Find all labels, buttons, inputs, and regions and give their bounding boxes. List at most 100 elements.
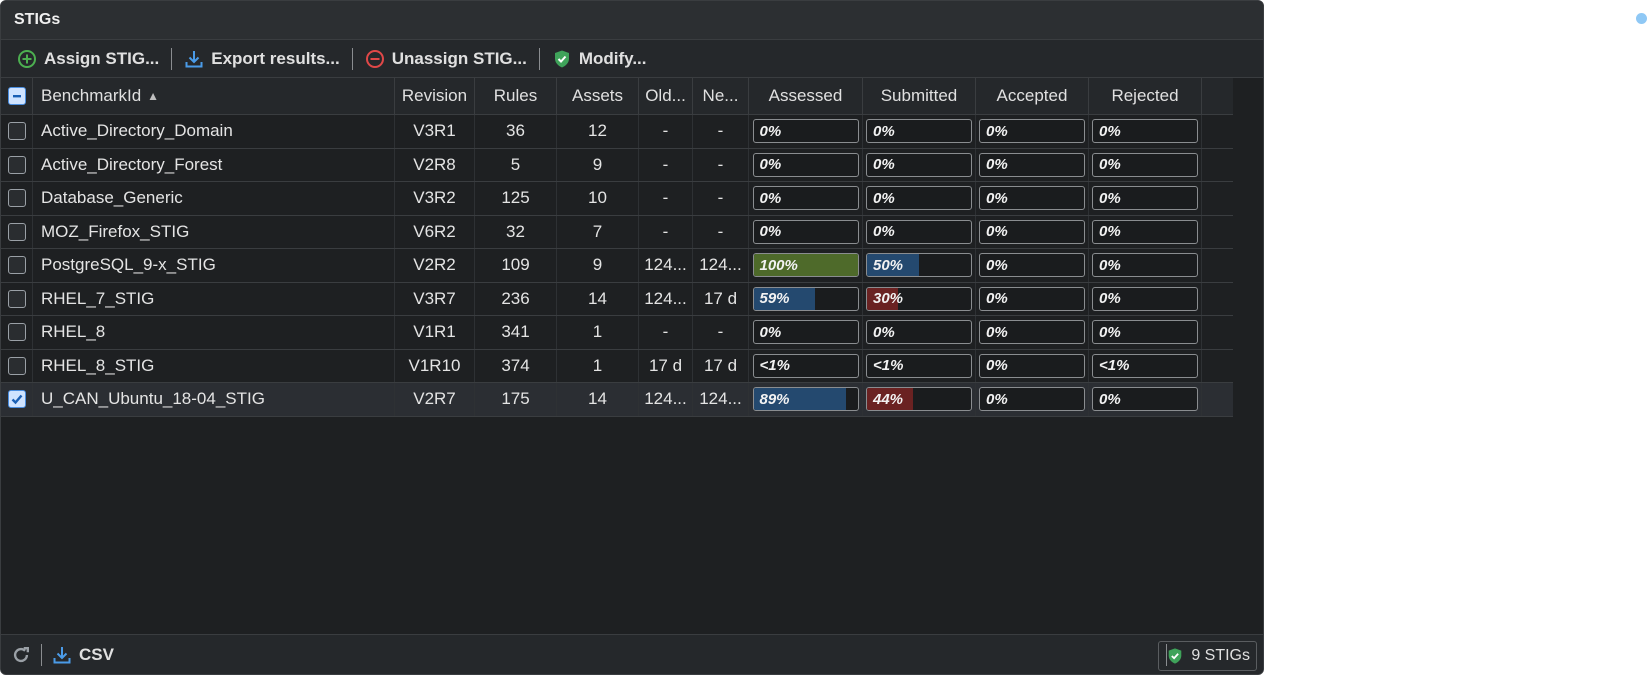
cell-accepted: 0% [976, 249, 1089, 282]
row-checkbox[interactable] [7, 155, 26, 174]
refresh-icon[interactable] [11, 645, 31, 665]
cell-rejected: 0% [1089, 282, 1202, 315]
row-checkbox-cell[interactable] [1, 148, 33, 181]
cell-rejected: 0% [1089, 115, 1202, 148]
assessed-progress-bar: 0% [752, 320, 859, 345]
download-icon [52, 645, 72, 665]
cell-assets: 9 [557, 249, 639, 282]
column-header-rejected[interactable]: Rejected [1089, 78, 1202, 114]
select-all-checkbox[interactable] [7, 87, 26, 105]
rejected-progress-text: 0% [1099, 290, 1121, 308]
cell-revision: V1R1 [395, 316, 475, 349]
submitted-progress-bar: 30% [866, 286, 972, 311]
row-checkbox[interactable] [7, 323, 26, 342]
table-row[interactable]: Active_Directory_Forest V2R8 5 9- -0% 0% 0% 0% [1, 148, 1233, 182]
column-header-newest[interactable]: Ne... [693, 78, 749, 114]
row-checkbox-cell[interactable] [1, 249, 33, 282]
assessed-progress-bar: 0% [752, 152, 859, 177]
toolbar-separator [351, 47, 353, 70]
cell-benchmarkid: U_CAN_Ubuntu_18-04_STIG [33, 383, 395, 416]
stig-count-text: 9 STIGs [1191, 647, 1250, 664]
row-checkbox[interactable] [7, 390, 26, 409]
row-checkbox[interactable] [7, 189, 26, 208]
cell-newest: - [693, 182, 749, 215]
table-row[interactable]: Database_Generic V3R2 125 10- -0% 0% 0% 0% [1, 182, 1233, 216]
row-checkbox[interactable] [7, 256, 26, 275]
row-checkbox-cell[interactable] [1, 215, 33, 248]
table-row[interactable]: RHEL_8 V1R1 341 1- -0% 0% 0% 0% [1, 316, 1233, 350]
cell-rejected: 0% [1089, 148, 1202, 181]
cell-rejected: 0% [1089, 249, 1202, 282]
cell-assets: 14 [557, 383, 639, 416]
table-row[interactable]: PostgreSQL_9-x_STIG V2R2 109 9 124... 124... 1… [1, 249, 1233, 283]
table-row[interactable]: Active_Directory_Domain V3R1 36 12- -0% 0% 0% 0… [1, 115, 1233, 149]
accepted-progress-text: 0% [986, 290, 1008, 308]
cell-assets: 1 [557, 316, 639, 349]
assessed-progress-text: 0% [759, 323, 782, 341]
row-checkbox-cell[interactable] [1, 316, 33, 349]
cell-assessed: 0% [749, 215, 863, 248]
column-header-oldest[interactable]: Old... [639, 78, 693, 114]
column-header-submitted[interactable]: Submitted [863, 78, 976, 114]
column-header-assessed[interactable]: Assessed [749, 78, 863, 114]
submitted-progress-bar: 0% [866, 320, 972, 345]
rejected-progress-text: 0% [1099, 390, 1121, 408]
cell-newest: - [693, 215, 749, 248]
accepted-progress-bar: 0% [979, 353, 1085, 378]
rejected-progress-text: 0% [1099, 156, 1121, 174]
row-checkbox-cell[interactable] [1, 349, 33, 382]
column-header-assets[interactable]: Assets [557, 78, 639, 114]
cell-rejected: 0% [1089, 316, 1202, 349]
rejected-progress-bar: 0% [1092, 286, 1198, 311]
cell-oldest: 17 d [639, 349, 693, 382]
column-header-label: Ne... [702, 86, 739, 105]
submitted-progress-text: <1% [873, 357, 904, 375]
submitted-progress-text: 30% [873, 290, 904, 308]
table-row[interactable]: MOZ_Firefox_STIG V6R2 32 7- -0% 0% 0% 0% [1, 215, 1233, 249]
cell-submitted: 30% [863, 282, 976, 315]
column-header-rules[interactable]: Rules [475, 78, 557, 114]
accepted-progress-bar: 0% [979, 253, 1085, 278]
submitted-progress-bar: 50% [866, 253, 972, 278]
row-checkbox[interactable] [7, 289, 26, 308]
cell-rules: 125 [475, 182, 557, 215]
table-row[interactable]: RHEL_8_STIG V1R10 374 1 17 d 17 d <1% <1% 0% <1% [1, 349, 1233, 383]
rejected-progress-text: 0% [1099, 189, 1121, 207]
assessed-progress-text: 89% [759, 390, 790, 408]
csv-export-button[interactable]: CSV [52, 645, 114, 665]
cell-assets: 7 [557, 215, 639, 248]
row-checkbox-cell[interactable] [1, 115, 33, 148]
assessed-progress-bar: 59% [752, 286, 859, 311]
rejected-progress-text: 0% [1099, 323, 1121, 341]
cell-accepted: 0% [976, 115, 1089, 148]
column-header-benchmarkid[interactable]: BenchmarkId ▲ [33, 78, 395, 114]
toolbar: Assign STIG... Export results... Unassig… [1, 40, 1263, 78]
csv-label: CSV [79, 644, 114, 664]
row-checkbox-cell[interactable] [1, 182, 33, 215]
row-checkbox[interactable] [7, 122, 26, 141]
cell-submitted: <1% [863, 349, 976, 382]
row-checkbox-cell[interactable] [1, 282, 33, 315]
column-header-accepted[interactable]: Accepted [976, 78, 1089, 114]
assign-stig-button[interactable]: Assign STIG... [11, 49, 165, 69]
accepted-progress-bar: 0% [979, 286, 1085, 311]
assessed-progress-bar: 0% [752, 119, 859, 144]
export-results-button[interactable]: Export results... [178, 49, 345, 69]
accepted-progress-bar: 0% [979, 152, 1085, 177]
select-all-checkbox-cell[interactable] [1, 78, 33, 114]
unassign-stig-button[interactable]: Unassign STIG... [359, 49, 533, 69]
row-checkbox[interactable] [7, 222, 26, 241]
row-checkbox-cell[interactable] [1, 383, 33, 416]
assessed-progress-bar: 0% [752, 219, 859, 244]
cell-benchmarkid: PostgreSQL_9-x_STIG [33, 249, 395, 282]
row-checkbox[interactable] [7, 356, 26, 375]
modify-button[interactable]: Modify... [546, 49, 653, 69]
table-row[interactable]: U_CAN_Ubuntu_18-04_STIG V2R7 175 14 124... 12… [1, 383, 1233, 417]
column-header-revision[interactable]: Revision [395, 78, 475, 114]
table-row[interactable]: RHEL_7_STIG V3R7 236 14 124... 17 d 59% 30% 0% 0% [1, 282, 1233, 316]
accepted-progress-text: 0% [986, 256, 1008, 274]
cell-assets: 9 [557, 148, 639, 181]
cell-revision: V2R2 [395, 249, 475, 282]
cell-assets: 14 [557, 282, 639, 315]
cell-assets: 1 [557, 349, 639, 382]
